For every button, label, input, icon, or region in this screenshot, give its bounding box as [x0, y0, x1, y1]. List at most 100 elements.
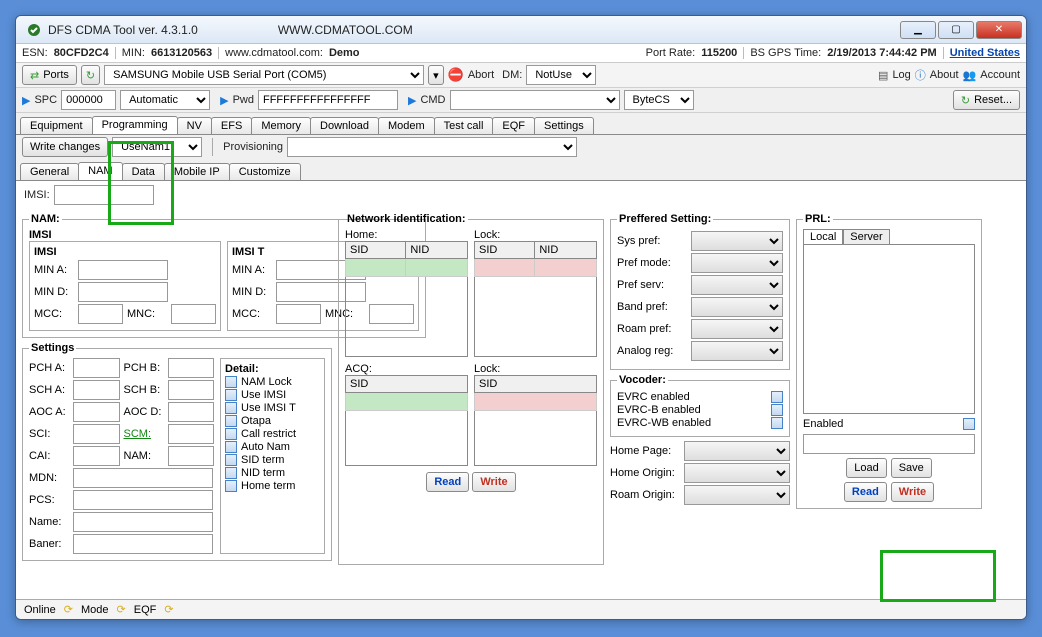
cmd-play-icon[interactable]: ▶	[408, 94, 416, 107]
chk-otapa[interactable]	[225, 415, 237, 427]
home-table[interactable]: SIDNID	[345, 241, 468, 357]
chk-nidterm[interactable]	[225, 467, 237, 479]
lock-table[interactable]: SIDNID	[474, 241, 597, 357]
cai-input[interactable]	[73, 446, 120, 466]
port-select[interactable]: SAMSUNG Mobile USB Serial Port (COM5)	[104, 65, 424, 85]
tab-settings[interactable]: Settings	[534, 117, 594, 134]
prl-save-button[interactable]: Save	[891, 458, 932, 478]
mcc-input[interactable]	[78, 304, 123, 324]
chk-sidterm[interactable]	[225, 454, 237, 466]
prl-load-button[interactable]: Load	[846, 458, 886, 478]
prl-tab-local[interactable]: Local	[803, 229, 843, 244]
chk-evrcwb[interactable]	[771, 417, 783, 429]
scm-link[interactable]: SCM:	[124, 428, 164, 440]
pcha-input[interactable]	[73, 358, 120, 378]
name-input[interactable]	[73, 512, 213, 532]
lock2-table[interactable]: SID	[474, 375, 597, 466]
portrate-value: 115200	[701, 47, 737, 59]
mina-input[interactable]	[78, 260, 168, 280]
ports-button[interactable]: ⇄Ports	[22, 65, 77, 85]
tab-testcall[interactable]: Test call	[434, 117, 494, 134]
tab-modem[interactable]: Modem	[378, 117, 435, 134]
pwd-play-icon[interactable]: ▶	[220, 94, 228, 107]
prl-listbox[interactable]	[803, 244, 975, 414]
aoca-input[interactable]	[73, 402, 120, 422]
chk-autonam[interactable]	[225, 441, 237, 453]
mdn-input[interactable]	[73, 468, 213, 488]
pchb-input[interactable]	[168, 358, 215, 378]
chk-evrcb[interactable]	[771, 404, 783, 416]
country-link[interactable]: United States	[943, 47, 1020, 59]
subtab-data[interactable]: Data	[122, 163, 165, 180]
minimize-button[interactable]: ▁	[900, 21, 936, 39]
dm-select[interactable]: NotUse	[526, 65, 596, 85]
enabled-input[interactable]	[803, 434, 975, 454]
maximize-button[interactable]: ▢	[938, 21, 974, 39]
homepage-select[interactable]	[684, 441, 790, 461]
tab-equipment[interactable]: Equipment	[20, 117, 93, 134]
scm-input[interactable]	[168, 424, 215, 444]
prl-read-button[interactable]: Read	[844, 482, 887, 502]
tab-nv[interactable]: NV	[177, 117, 212, 134]
spc-input[interactable]	[61, 90, 116, 110]
prefserv-select[interactable]	[691, 275, 783, 295]
chk-callrestrict[interactable]	[225, 428, 237, 440]
net-write-button[interactable]: Write	[472, 472, 515, 492]
analogreg-select[interactable]	[691, 341, 783, 361]
tab-eqf[interactable]: EQF	[492, 117, 535, 134]
bandpref-select[interactable]	[691, 297, 783, 317]
mnc-input[interactable]	[171, 304, 216, 324]
prl-write-button[interactable]: Write	[891, 482, 934, 502]
subtab-mobileip[interactable]: Mobile IP	[164, 163, 230, 180]
tab-download[interactable]: Download	[310, 117, 379, 134]
subtab-general[interactable]: General	[20, 163, 79, 180]
subtab-nam[interactable]: NAM	[78, 162, 122, 180]
mcc-t-input[interactable]	[276, 304, 321, 324]
prl-tab-server[interactable]: Server	[843, 229, 889, 244]
abort-label[interactable]: Abort	[468, 69, 494, 81]
close-button[interactable]: ✕	[976, 21, 1022, 39]
usenam-select[interactable]: UseNam1	[112, 137, 202, 157]
chk-useimsit[interactable]	[225, 402, 237, 414]
port-dropdown-extra[interactable]: ▾	[428, 65, 444, 85]
spc-play-icon[interactable]: ▶	[22, 94, 30, 107]
chk-useimsi[interactable]	[225, 389, 237, 401]
account-btn[interactable]: Account	[980, 69, 1020, 81]
provisioning-select[interactable]	[287, 137, 577, 157]
homeorigin-select[interactable]	[684, 463, 790, 483]
chk-hometerm[interactable]	[225, 480, 237, 492]
spc-mode-select[interactable]: Automatic	[120, 90, 210, 110]
aocd-input[interactable]	[168, 402, 215, 422]
subtab-customize[interactable]: Customize	[229, 163, 301, 180]
refresh-port-button[interactable]: ↻	[81, 65, 100, 85]
roampref-select[interactable]	[691, 319, 783, 339]
sci-input[interactable]	[73, 424, 120, 444]
cmd-select[interactable]	[450, 90, 620, 110]
namset-input[interactable]	[168, 446, 215, 466]
tab-programming[interactable]: Programming	[92, 116, 178, 134]
schb-input[interactable]	[168, 380, 215, 400]
baner-input[interactable]	[73, 534, 213, 554]
about-btn[interactable]: About	[930, 69, 959, 81]
prefmode-select[interactable]	[691, 253, 783, 273]
chk-enabled[interactable]	[963, 418, 975, 430]
lock-sid-hdr: SID	[475, 242, 535, 259]
scha-input[interactable]	[73, 380, 120, 400]
write-changes-button[interactable]: Write changes	[22, 137, 108, 157]
chk-namlock[interactable]	[225, 376, 237, 388]
byte-select[interactable]: ByteCS	[624, 90, 694, 110]
scha-lbl: SCH A:	[29, 384, 69, 396]
log-btn[interactable]: Log	[892, 69, 910, 81]
acq-table[interactable]: SID	[345, 375, 468, 466]
chk-evrc[interactable]	[771, 391, 783, 403]
syspref-select[interactable]	[691, 231, 783, 251]
tab-efs[interactable]: EFS	[211, 117, 252, 134]
reset-button[interactable]: ↻Reset...	[953, 90, 1020, 110]
roamorigin-select[interactable]	[684, 485, 790, 505]
imsi-input[interactable]	[54, 185, 154, 205]
net-read-button[interactable]: Read	[426, 472, 469, 492]
pwd-input[interactable]	[258, 90, 398, 110]
tab-memory[interactable]: Memory	[251, 117, 311, 134]
pcs-input[interactable]	[73, 490, 213, 510]
mind-input[interactable]	[78, 282, 168, 302]
